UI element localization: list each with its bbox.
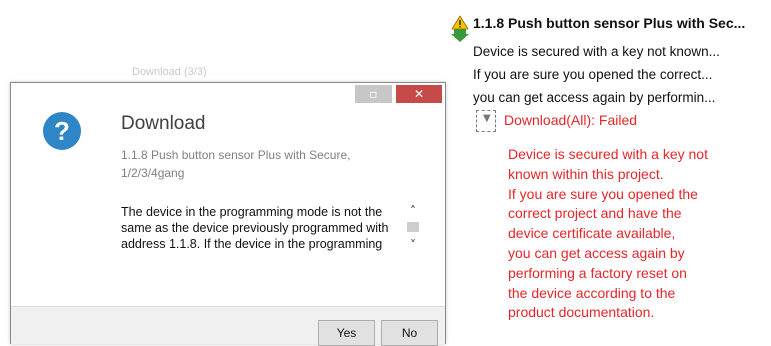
error-detail-line: known within this project. bbox=[508, 165, 664, 182]
error-summary-line: Device is secured with a key not known..… bbox=[473, 44, 720, 59]
error-detail-line: Device is secured with a key not bbox=[508, 146, 708, 162]
error-detail-line: the device according to the bbox=[508, 284, 676, 301]
chevron-down-icon[interactable]: ▼ bbox=[483, 113, 491, 124]
restore-button[interactable]: ▫ bbox=[355, 85, 392, 103]
question-icon: ? bbox=[43, 112, 81, 150]
yes-button[interactable]: Yes bbox=[318, 320, 375, 346]
dialog-subtitle: 1.1.8 Push button sensor Plus with Secur… bbox=[121, 148, 351, 180]
error-summary-line: you can get access again by performin... bbox=[473, 90, 716, 105]
scroll-down-icon[interactable]: ˅ bbox=[407, 238, 419, 252]
scrollbar-thumb[interactable] bbox=[407, 222, 419, 232]
error-detail-line: device certificate available, bbox=[508, 225, 676, 242]
error-detail-line: If you are sure you opened the bbox=[508, 185, 698, 202]
error-detail-line: product documentation. bbox=[508, 304, 655, 321]
no-button[interactable]: No bbox=[381, 320, 438, 346]
error-detail: Device is secured with a key not known w… bbox=[508, 145, 758, 323]
dialog-button-bar: Yes No bbox=[11, 306, 445, 346]
error-detail-line: correct project and have the bbox=[508, 205, 682, 222]
error-summary-line: If you are sure you opened the correct..… bbox=[473, 67, 713, 82]
background-window-title: Download (3/3) bbox=[132, 66, 207, 78]
error-detail-line: performing a factory reset on bbox=[508, 264, 687, 281]
close-button[interactable]: ✕ bbox=[396, 85, 442, 103]
dialog-message: The device in the programming mode is no… bbox=[121, 205, 389, 254]
download-status[interactable]: Download(All): Failed bbox=[504, 112, 637, 128]
warning-download-icon bbox=[451, 15, 469, 42]
download-dialog: ▫ ✕ ? Download 1.1.8 Push button sensor … bbox=[10, 82, 446, 346]
scroll-up-icon[interactable]: ˄ bbox=[407, 204, 419, 218]
dialog-title: Download bbox=[121, 113, 206, 134]
device-error-title: 1.1.8 Push button sensor Plus with Sec..… bbox=[473, 15, 746, 31]
error-detail-line: you can get access again by bbox=[508, 244, 685, 261]
